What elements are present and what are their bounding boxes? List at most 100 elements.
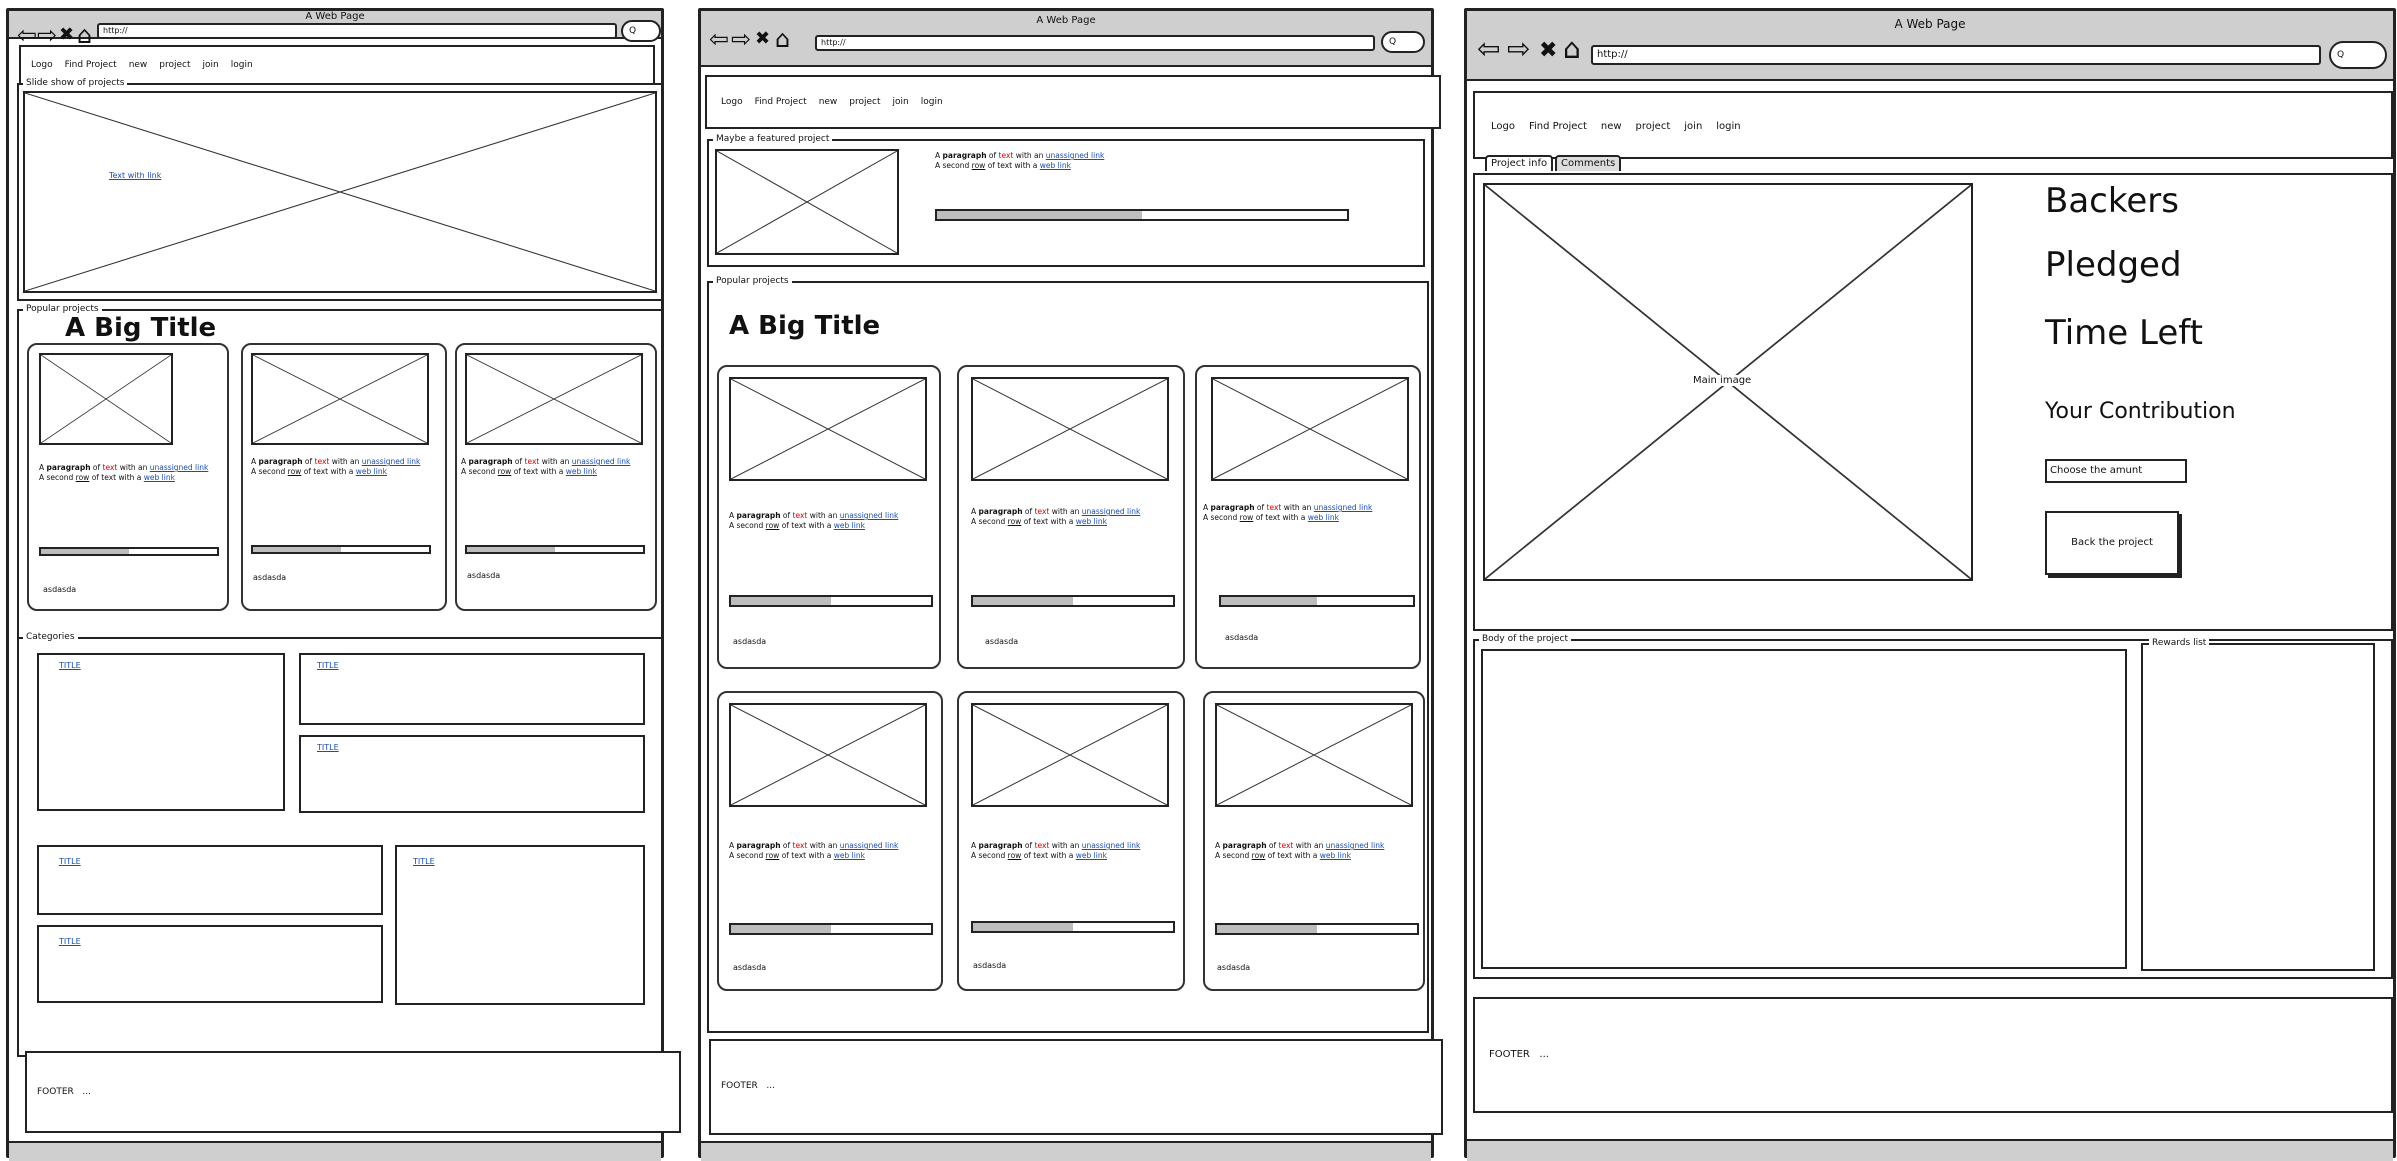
- nav-logo[interactable]: Logo: [1491, 121, 1515, 132]
- web-link[interactable]: web link: [1076, 517, 1107, 526]
- address-bar[interactable]: http://: [815, 35, 1375, 51]
- web-link[interactable]: web link: [1040, 161, 1071, 170]
- unassigned-link[interactable]: unassigned link: [1082, 507, 1141, 516]
- card-footer-text: asdasda: [973, 961, 1007, 970]
- footer: FOOTER ...: [1473, 997, 2393, 1113]
- body-legend: Body of the project: [1479, 634, 1571, 645]
- nav-login[interactable]: login: [231, 60, 253, 70]
- category-title-link[interactable]: TITLE: [413, 857, 435, 866]
- web-link[interactable]: web link: [144, 473, 175, 482]
- back-project-button[interactable]: Back the project: [2045, 511, 2179, 575]
- category-title-link[interactable]: TITLE: [59, 857, 81, 866]
- category-title-link[interactable]: TITLE: [317, 661, 339, 670]
- stat-time-left: Time Left: [2045, 313, 2203, 353]
- nav-join[interactable]: join: [1684, 121, 1702, 132]
- card-placeholder-image: [729, 703, 927, 807]
- nav-find-project[interactable]: Find Project: [65, 60, 117, 70]
- stop-icon[interactable]: ✖: [755, 27, 770, 51]
- address-bar[interactable]: http://: [1591, 45, 2321, 65]
- project-card[interactable]: A paragraph of text with an unassigned l…: [455, 343, 657, 611]
- category-box[interactable]: TITLE: [395, 845, 645, 1005]
- nav-find-project[interactable]: Find Project: [1529, 121, 1587, 132]
- forward-icon[interactable]: ⇨: [37, 23, 57, 47]
- project-card[interactable]: A paragraph of text with an unassigned l…: [1195, 365, 1421, 669]
- web-link[interactable]: web link: [356, 467, 387, 476]
- card-footer-text: asdasda: [1217, 963, 1251, 972]
- amount-input[interactable]: Choose the amunt: [2045, 459, 2187, 483]
- home-icon[interactable]: ⌂: [775, 27, 790, 51]
- card-footer-text: asdasda: [467, 571, 501, 580]
- nav-logo[interactable]: Logo: [31, 60, 53, 70]
- search-field[interactable]: Q: [2329, 41, 2387, 69]
- back-icon[interactable]: ⇦: [709, 27, 729, 51]
- nav-join[interactable]: join: [893, 97, 909, 107]
- unassigned-link[interactable]: unassigned link: [362, 457, 421, 466]
- popular-panel: Popular projects A Big Title A paragraph…: [707, 276, 1429, 1033]
- project-card[interactable]: A paragraph of text with an unassigned l…: [957, 691, 1185, 991]
- nav-login[interactable]: login: [921, 97, 943, 107]
- unassigned-link[interactable]: unassigned link: [150, 463, 209, 472]
- popular-panel: Popular projects A Big Title A paragraph…: [17, 304, 663, 641]
- project-card[interactable]: A paragraph of text with an unassigned l…: [717, 365, 941, 669]
- category-box[interactable]: TITLE: [299, 653, 645, 725]
- home-icon[interactable]: ⌂: [1563, 35, 1581, 63]
- tab-project-info[interactable]: Project info: [1485, 155, 1554, 171]
- category-box[interactable]: TITLE: [299, 735, 645, 813]
- category-box[interactable]: TITLE: [37, 925, 383, 1003]
- nav-project[interactable]: project: [1636, 121, 1671, 132]
- featured-legend: Maybe a featured project: [713, 134, 833, 145]
- web-link[interactable]: web link: [834, 851, 865, 860]
- category-title-link[interactable]: TITLE: [59, 661, 81, 670]
- project-card[interactable]: A paragraph of text with an unassigned l…: [241, 343, 447, 611]
- nav-find-project[interactable]: Find Project: [755, 97, 807, 107]
- home-icon[interactable]: ⌂: [77, 23, 92, 47]
- forward-icon[interactable]: ⇨: [1507, 35, 1530, 63]
- web-link[interactable]: web link: [834, 521, 865, 530]
- back-icon[interactable]: ⇦: [17, 23, 37, 47]
- nav-project[interactable]: project: [159, 60, 190, 70]
- category-title-link[interactable]: TITLE: [317, 743, 339, 752]
- unassigned-link[interactable]: unassigned link: [840, 841, 899, 850]
- browser-toolbar: A Web Page ⇦ ⇨ ✖ ⌂ http:// Q: [1467, 11, 2393, 81]
- address-bar[interactable]: http://: [97, 23, 617, 39]
- unassigned-link[interactable]: unassigned link: [1046, 151, 1105, 160]
- slideshow-link[interactable]: Text with link: [109, 171, 162, 180]
- category-box[interactable]: TITLE: [37, 653, 285, 811]
- forward-icon[interactable]: ⇨: [731, 27, 751, 51]
- web-link[interactable]: web link: [1320, 851, 1351, 860]
- nav-new[interactable]: new: [819, 97, 838, 107]
- nav-new[interactable]: new: [129, 60, 148, 70]
- nav-login[interactable]: login: [1716, 121, 1740, 132]
- tab-comments[interactable]: Comments: [1555, 155, 1622, 171]
- slideshow-legend: Slide show of projects: [23, 78, 128, 89]
- nav-project[interactable]: project: [849, 97, 880, 107]
- nav-join[interactable]: join: [203, 60, 219, 70]
- web-link[interactable]: web link: [1308, 513, 1339, 522]
- card-footer-text: asdasda: [733, 637, 767, 646]
- category-title-link[interactable]: TITLE: [59, 937, 81, 946]
- unassigned-link[interactable]: unassigned link: [1314, 503, 1373, 512]
- unassigned-link[interactable]: unassigned link: [840, 511, 899, 520]
- project-card[interactable]: A paragraph of text with an unassigned l…: [717, 691, 943, 991]
- nav-new[interactable]: new: [1601, 121, 1622, 132]
- search-field[interactable]: Q: [1381, 31, 1425, 53]
- unassigned-link[interactable]: unassigned link: [1326, 841, 1385, 850]
- slideshow-panel: Slide show of projects Text with link: [17, 78, 663, 301]
- unassigned-link[interactable]: unassigned link: [572, 457, 631, 466]
- project-card[interactable]: A paragraph of text with an unassigned l…: [957, 365, 1185, 669]
- back-icon[interactable]: ⇦: [1477, 35, 1500, 63]
- featured-placeholder-image: [715, 149, 899, 255]
- web-link[interactable]: web link: [566, 467, 597, 476]
- card-footer-text: asdasda: [733, 963, 767, 972]
- unassigned-link[interactable]: unassigned link: [1082, 841, 1141, 850]
- footer-text: FOOTER ...: [1489, 1049, 1549, 1060]
- stop-icon[interactable]: ✖: [1539, 39, 1557, 63]
- project-card[interactable]: A paragraph of text with an unassigned l…: [1203, 691, 1425, 991]
- nav-logo[interactable]: Logo: [721, 97, 743, 107]
- search-field[interactable]: Q: [621, 20, 661, 42]
- project-body-content: [1481, 649, 2127, 969]
- project-card[interactable]: A paragraph of text with an unassigned l…: [27, 343, 229, 611]
- stop-icon[interactable]: ✖: [59, 23, 74, 47]
- category-box[interactable]: TITLE: [37, 845, 383, 915]
- web-link[interactable]: web link: [1076, 851, 1107, 860]
